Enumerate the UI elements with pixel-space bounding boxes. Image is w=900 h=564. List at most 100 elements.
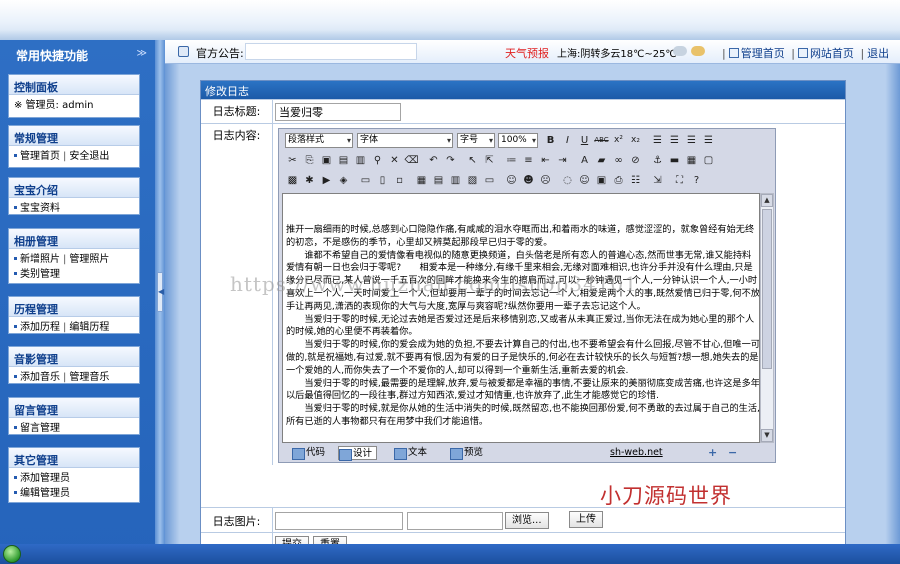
sidebar-link[interactable]: 管理首页 <box>20 151 60 162</box>
nav-section-title[interactable]: 音影管理 <box>9 347 139 367</box>
indent-icon[interactable]: ⇥ <box>555 153 570 168</box>
nav-section-title[interactable]: 留言管理 <box>9 398 139 418</box>
align-justify-icon[interactable]: ☰ <box>701 133 716 148</box>
sidebar-link[interactable]: 添加音乐 <box>20 372 60 383</box>
italic-button[interactable]: I <box>560 133 575 148</box>
scroll-down-icon[interactable]: ▼ <box>761 429 773 442</box>
highlight-icon[interactable]: ▰ <box>594 153 609 168</box>
redo-icon[interactable]: ↷ <box>443 153 458 168</box>
ordered-list-icon[interactable]: ≔ <box>504 153 519 168</box>
browse-button[interactable]: 浏览... <box>505 512 549 529</box>
nav-section-title[interactable]: 其它管理 <box>9 448 139 468</box>
emoticon-icon[interactable]: ☺ <box>504 173 519 188</box>
nav-section-title[interactable]: 宝宝介绍 <box>9 178 139 198</box>
splitter-toggle-icon[interactable]: ◀ <box>157 272 164 312</box>
link-logout[interactable]: 退出 <box>867 47 889 60</box>
editor-scrollbar[interactable]: ▲ ▼ <box>760 193 774 443</box>
text-color-icon[interactable]: A <box>577 153 592 168</box>
image-icon[interactable]: ▩ <box>285 173 300 188</box>
mode-preview-button[interactable]: 预览 <box>450 446 483 460</box>
paste-text-icon[interactable]: ▤ <box>336 153 351 168</box>
sidebar-link[interactable]: 新增照片 <box>20 254 60 265</box>
layer-icon[interactable]: ▧ <box>465 173 480 188</box>
image-file-input[interactable] <box>407 512 503 530</box>
unlink-icon[interactable]: ⊘ <box>628 153 643 168</box>
select-icon[interactable]: ↖ <box>465 153 480 168</box>
align-center-icon[interactable]: ☰ <box>667 133 682 148</box>
image-path-input[interactable] <box>275 512 403 530</box>
sidebar-link[interactable]: 宝宝资料 <box>20 203 60 214</box>
save-icon[interactable]: ▣ <box>594 173 609 188</box>
scroll-up-icon[interactable]: ▲ <box>761 194 773 207</box>
find-icon[interactable]: ⚲ <box>370 153 385 168</box>
symbol-icon[interactable]: ☻ <box>521 173 536 188</box>
nav-section-title[interactable]: 历程管理 <box>9 297 139 317</box>
face-icon[interactable]: ☺ <box>577 173 592 188</box>
marquee-icon[interactable]: ▤ <box>431 173 446 188</box>
delete-icon[interactable]: ✕ <box>387 153 402 168</box>
flash-icon[interactable]: ✱ <box>302 173 317 188</box>
paste-word-icon[interactable]: ▥ <box>353 153 368 168</box>
mode-design-button[interactable]: 设计 <box>338 446 378 461</box>
nav-section-title[interactable]: 常规管理 <box>9 126 139 146</box>
people-icon[interactable]: ☹ <box>538 173 553 188</box>
sidebar-link[interactable]: 管理音乐 <box>69 372 109 383</box>
link-site-home[interactable]: 网站首页 <box>810 47 854 60</box>
sidebar-link[interactable]: 类别管理 <box>20 269 60 280</box>
underline-button[interactable]: U <box>577 133 592 148</box>
shrink-editor-icon[interactable]: − <box>728 446 737 459</box>
sidebar-link[interactable]: 编辑历程 <box>69 322 109 333</box>
special-char-icon[interactable]: ◈ <box>336 173 351 188</box>
superscript-button[interactable]: x² <box>611 133 626 148</box>
site-link[interactable]: sh-web.net <box>610 447 663 458</box>
frame-icon[interactable]: ▢ <box>701 153 716 168</box>
hr-icon[interactable]: ▬ <box>667 153 682 168</box>
title-input[interactable] <box>275 103 401 121</box>
sidebar-link[interactable]: 添加管理员 <box>20 473 70 484</box>
help-icon[interactable]: ? <box>689 173 704 188</box>
absolute-position-icon[interactable]: ⇱ <box>482 153 497 168</box>
sidebar-link[interactable]: 编辑管理员 <box>20 488 70 499</box>
properties-icon[interactable]: ☷ <box>628 173 643 188</box>
table-icon[interactable]: ▦ <box>684 153 699 168</box>
font-family-select[interactable]: 字体 <box>357 133 453 148</box>
fullscreen-icon[interactable]: ⛶ <box>672 173 687 188</box>
fieldset-icon[interactable]: ▫ <box>392 173 407 188</box>
mode-code-button[interactable]: 代码 <box>292 446 325 460</box>
sidebar-link[interactable]: 留言管理 <box>20 423 60 434</box>
media-icon[interactable]: ▶ <box>319 173 334 188</box>
upload-button[interactable]: 上传 <box>569 511 603 528</box>
button-icon[interactable]: ▭ <box>482 173 497 188</box>
sidebar-splitter[interactable]: ◀ <box>155 40 165 564</box>
calendar-icon[interactable]: ▦ <box>414 173 429 188</box>
collapse-icon[interactable]: ≫ <box>137 48 147 59</box>
nav-section-title[interactable]: 相册管理 <box>9 229 139 249</box>
undo-icon[interactable]: ↶ <box>426 153 441 168</box>
align-right-icon[interactable]: ☰ <box>684 133 699 148</box>
outdent-icon[interactable]: ⇤ <box>538 153 553 168</box>
textarea-icon[interactable]: ▯ <box>375 173 390 188</box>
paste-icon[interactable]: ▣ <box>319 153 334 168</box>
link-icon[interactable]: ∞ <box>611 153 626 168</box>
print-icon[interactable]: ⎙ <box>611 173 626 188</box>
replace-icon[interactable]: ◌ <box>560 173 575 188</box>
sidebar-link[interactable]: 添加历程 <box>20 322 60 333</box>
insert-page-icon[interactable]: ⇲ <box>650 173 665 188</box>
sidebar-link[interactable]: 管理照片 <box>69 254 109 265</box>
font-size-select[interactable]: 字号 <box>457 133 495 148</box>
align-left-icon[interactable]: ☰ <box>650 133 665 148</box>
sidebar-link[interactable]: 安全退出 <box>69 151 109 162</box>
expand-editor-icon[interactable]: + <box>708 446 717 459</box>
unordered-list-icon[interactable]: ≡ <box>521 153 536 168</box>
paragraph-style-select[interactable]: 段落样式 <box>285 133 353 148</box>
mode-text-button[interactable]: 文本 <box>394 446 427 460</box>
cut-icon[interactable]: ✂ <box>285 153 300 168</box>
zoom-select[interactable]: 100% <box>498 133 538 148</box>
link-admin-home[interactable]: 管理首页 <box>741 47 785 60</box>
copy-icon[interactable]: ⎘ <box>302 153 317 168</box>
strikethrough-button[interactable]: ABC <box>594 133 609 148</box>
anchor-icon[interactable]: ⚓ <box>650 153 665 168</box>
eraser-icon[interactable]: ⌫ <box>404 153 419 168</box>
subscript-button[interactable]: x₂ <box>628 133 643 148</box>
editor-content-area[interactable]: 推开一扇细雨的时候,总感到心口隐隐作痛,有咸咸的泪水夺眶而出,和着雨水的味道，感… <box>282 193 760 443</box>
